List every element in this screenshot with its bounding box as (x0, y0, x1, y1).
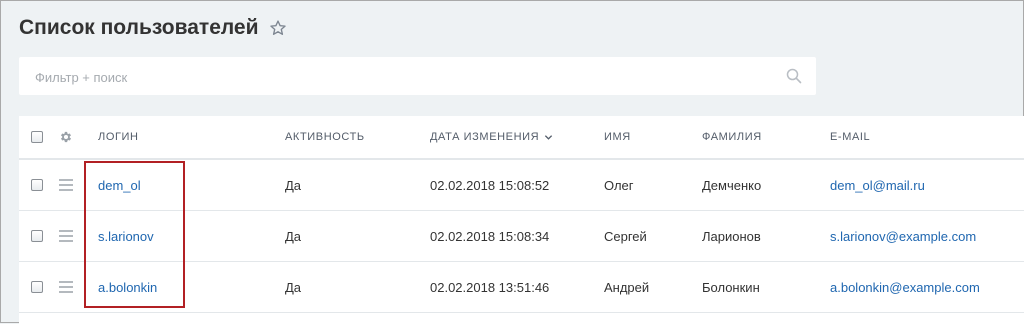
user-date-modified: 02.02.2018 15:08:52 (430, 177, 550, 193)
row-checkbox[interactable] (31, 211, 45, 261)
search-icon[interactable] (786, 68, 802, 84)
user-login-link[interactable]: s.larionov (98, 211, 154, 261)
user-active: Да (285, 228, 302, 244)
user-active: Да (285, 279, 302, 295)
user-first-name: Сергей (604, 228, 647, 244)
user-first-name: Андрей (604, 279, 650, 295)
user-login-link[interactable]: a.bolonkin (98, 262, 157, 312)
user-email-link[interactable]: s.larionov@example.com (830, 211, 976, 261)
chevron-down-icon (544, 133, 553, 142)
column-header-active[interactable]: АКТИВНОСТЬ (285, 116, 365, 158)
menu-icon[interactable] (59, 211, 75, 261)
menu-icon[interactable] (59, 160, 75, 210)
row-checkbox[interactable] (31, 262, 45, 312)
user-active: Да (285, 177, 302, 193)
gear-icon[interactable] (59, 116, 75, 158)
page-title: Список пользователей (19, 16, 259, 39)
menu-icon[interactable] (59, 262, 75, 312)
table-row: dem_ol Да 02.02.2018 15:08:52 Олег Демче… (19, 160, 1024, 211)
filter-search-box[interactable] (19, 57, 816, 97)
user-last-name: Демченко (702, 177, 762, 193)
window-frame: Список пользователей ЛОГИН АКТИВНОСТЬ (0, 0, 1024, 324)
user-last-name: Ларионов (702, 228, 761, 244)
column-header-login[interactable]: ЛОГИН (98, 116, 139, 158)
table-header: ЛОГИН АКТИВНОСТЬ ДАТА ИЗМЕНЕНИЯ ИМЯ ФАМИ… (19, 116, 1024, 160)
search-input[interactable] (33, 57, 777, 97)
select-all-checkbox[interactable] (31, 116, 45, 158)
column-header-email[interactable]: E-MAIL (830, 116, 870, 158)
user-login-link[interactable]: dem_ol (98, 160, 141, 210)
title-row: Список пользователей (19, 13, 287, 43)
column-header-date[interactable]: ДАТА ИЗМЕНЕНИЯ (430, 116, 553, 158)
user-email-link[interactable]: dem_ol@mail.ru (830, 160, 925, 210)
users-table: ЛОГИН АКТИВНОСТЬ ДАТА ИЗМЕНЕНИЯ ИМЯ ФАМИ… (19, 116, 1024, 324)
row-checkbox[interactable] (31, 160, 45, 210)
user-date-modified: 02.02.2018 15:08:34 (430, 228, 550, 244)
user-last-name: Болонкин (702, 279, 760, 295)
column-header-last-name[interactable]: ФАМИЛИЯ (702, 116, 762, 158)
column-header-date-label: ДАТА ИЗМЕНЕНИЯ (430, 131, 540, 143)
star-icon[interactable] (269, 19, 287, 37)
table-row: s.larionov Да 02.02.2018 15:08:34 Сергей… (19, 211, 1024, 262)
table-row: a.bolonkin Да 02.02.2018 13:51:46 Андрей… (19, 262, 1024, 313)
user-first-name: Олег (604, 177, 634, 193)
user-date-modified: 02.02.2018 13:51:46 (430, 279, 550, 295)
user-email-link[interactable]: a.bolonkin@example.com (830, 262, 980, 312)
column-header-name[interactable]: ИМЯ (604, 116, 631, 158)
